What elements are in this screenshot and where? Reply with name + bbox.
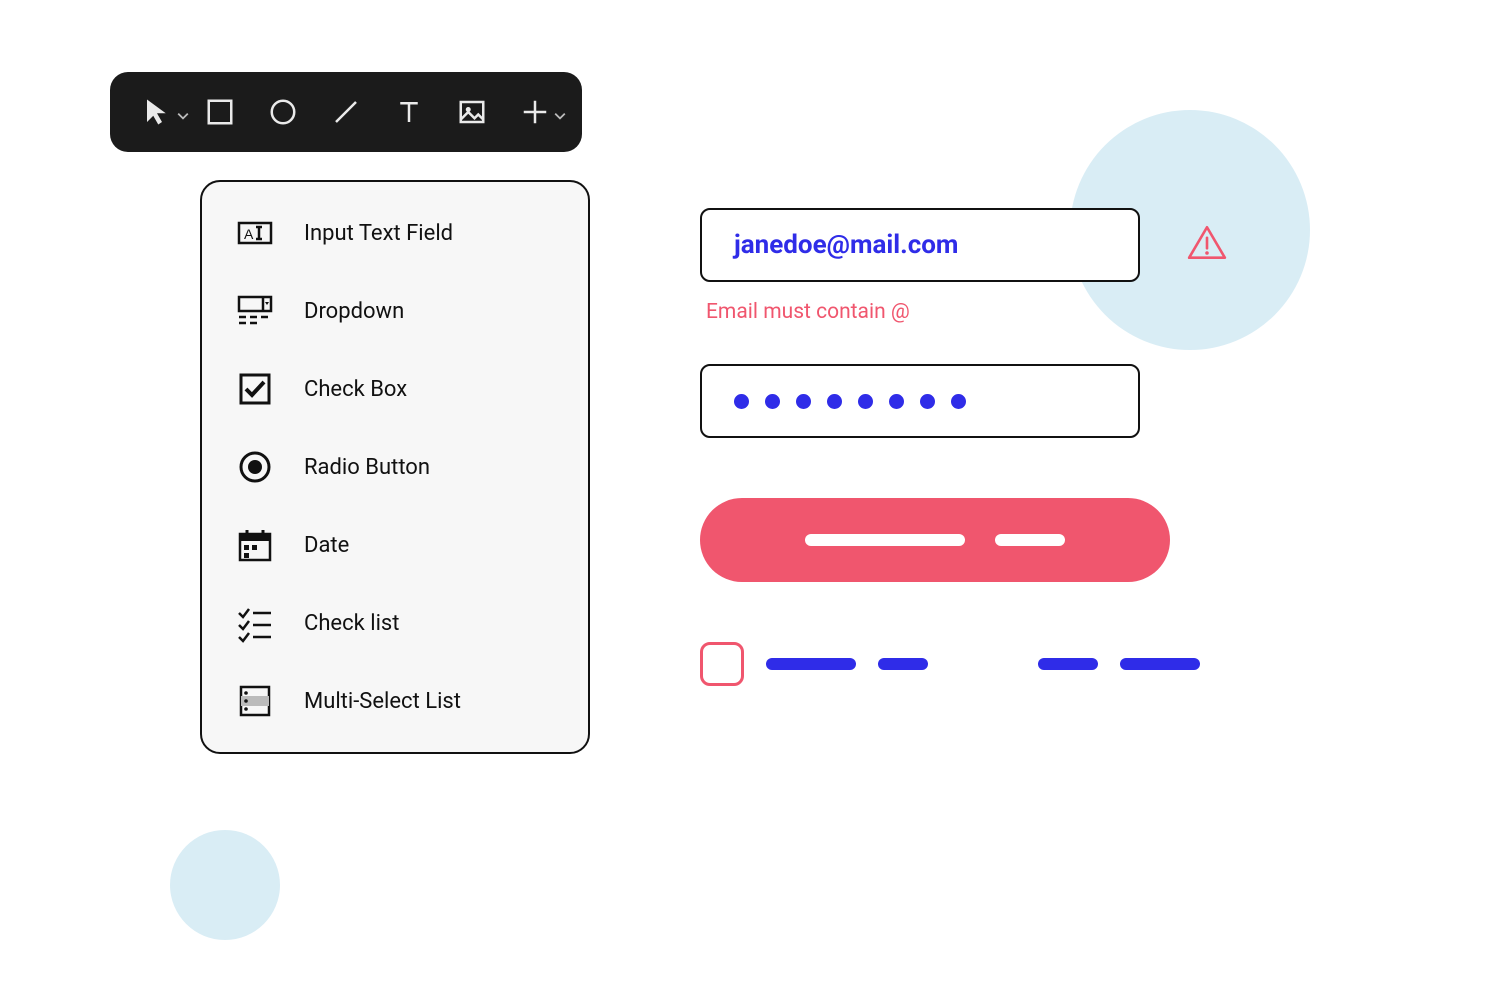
checkbox-icon <box>232 366 278 412</box>
password-dots <box>734 394 966 409</box>
chevron-down-icon <box>554 107 566 126</box>
ellipse-tool[interactable] <box>266 94 301 130</box>
dropdown-icon <box>232 288 278 334</box>
square-icon <box>205 97 235 127</box>
label-placeholder <box>766 658 856 670</box>
login-form-preview: janedoe@mail.com Email must contain @ <box>700 208 1170 686</box>
email-value: janedoe@mail.com <box>734 230 958 260</box>
menu-item-date[interactable]: Date <box>232 522 558 568</box>
menu-item-radio[interactable]: Radio Button <box>232 444 558 490</box>
menu-item-label: Input Text Field <box>304 221 453 246</box>
form-elements-menu: A Input Text Field Dropdown Check Box Ra… <box>200 180 590 754</box>
button-text-placeholder <box>995 534 1065 546</box>
remember-checkbox-row <box>700 642 1200 686</box>
svg-text:A: A <box>244 226 254 242</box>
chevron-down-icon <box>177 107 189 126</box>
link-placeholder[interactable] <box>1038 658 1098 670</box>
menu-item-label: Multi-Select List <box>304 689 461 714</box>
date-icon <box>232 522 278 568</box>
email-error-message: Email must contain @ <box>700 300 1170 324</box>
password-field[interactable] <box>700 364 1140 438</box>
image-tool[interactable] <box>454 94 489 130</box>
checklist-icon <box>232 600 278 646</box>
input-text-icon: A <box>232 210 278 256</box>
menu-item-label: Radio Button <box>304 455 430 480</box>
warning-icon <box>1186 222 1228 268</box>
button-text-placeholder <box>805 534 965 546</box>
menu-item-label: Check list <box>304 611 399 636</box>
drawing-toolbar <box>110 72 582 152</box>
text-tool[interactable] <box>391 94 426 130</box>
menu-item-checkbox[interactable]: Check Box <box>232 366 558 412</box>
radio-icon <box>232 444 278 490</box>
menu-item-label: Dropdown <box>304 299 404 324</box>
image-icon <box>457 97 487 127</box>
link-placeholder[interactable] <box>1120 658 1200 670</box>
line-icon <box>331 97 361 127</box>
decorative-circle-bottom <box>170 830 280 940</box>
add-tool[interactable] <box>517 94 552 130</box>
menu-item-checklist[interactable]: Check list <box>232 600 558 646</box>
multiselect-icon <box>232 678 278 724</box>
menu-item-input-text[interactable]: A Input Text Field <box>232 210 558 256</box>
line-tool[interactable] <box>329 94 364 130</box>
checkbox[interactable] <box>700 642 744 686</box>
plus-icon <box>520 97 550 127</box>
rectangle-tool[interactable] <box>203 94 238 130</box>
circle-icon <box>268 97 298 127</box>
menu-item-dropdown[interactable]: Dropdown <box>232 288 558 334</box>
menu-item-multiselect[interactable]: Multi-Select List <box>232 678 558 724</box>
text-icon <box>394 97 424 127</box>
email-field[interactable]: janedoe@mail.com <box>700 208 1140 282</box>
menu-item-label: Check Box <box>304 377 407 402</box>
menu-item-label: Date <box>304 533 349 558</box>
pointer-icon <box>142 97 172 127</box>
pointer-tool[interactable] <box>140 94 175 130</box>
label-placeholder <box>878 658 928 670</box>
submit-button[interactable] <box>700 498 1170 582</box>
